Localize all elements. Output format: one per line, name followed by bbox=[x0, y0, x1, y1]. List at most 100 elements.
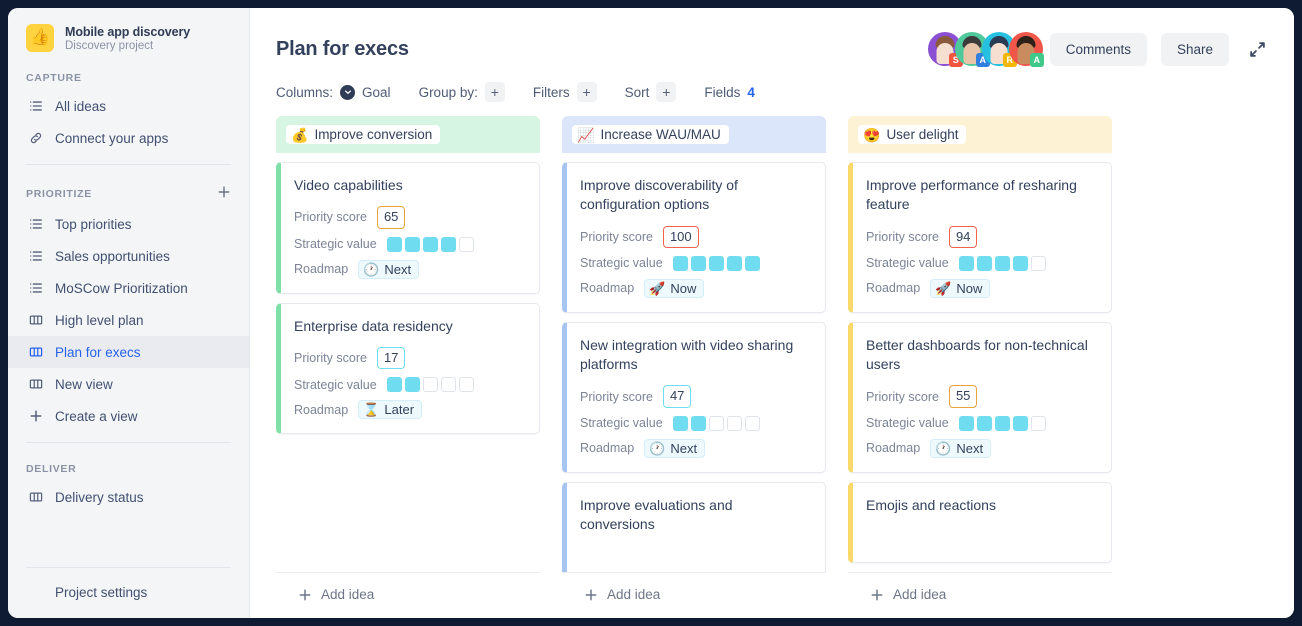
board-column: 📈 Increase WAU/MAU Improve discoverabili… bbox=[562, 116, 826, 618]
plus-icon[interactable]: + bbox=[577, 82, 597, 102]
column-header[interactable]: 💰 Improve conversion bbox=[276, 116, 540, 153]
comments-button[interactable]: Comments bbox=[1050, 33, 1147, 66]
strategic-value-label: Strategic value bbox=[294, 378, 377, 392]
roadmap-label: Roadmap bbox=[866, 441, 920, 455]
priority-score-value[interactable]: 100 bbox=[663, 226, 699, 248]
strategic-value-box[interactable] bbox=[709, 256, 724, 271]
columns-control[interactable]: Columns: Goal bbox=[276, 85, 391, 100]
filters-control[interactable]: Filters + bbox=[533, 82, 597, 102]
strategic-value-box[interactable] bbox=[691, 256, 706, 271]
column-header[interactable]: 😍 User delight bbox=[848, 116, 1112, 153]
strategic-value-box[interactable] bbox=[387, 237, 402, 252]
roadmap-value-chip[interactable]: 🚀 Now bbox=[644, 279, 704, 298]
sidebar: 👍 Mobile app discovery Discovery project… bbox=[8, 8, 250, 618]
strategic-value-box[interactable] bbox=[995, 416, 1010, 431]
plus-icon[interactable]: + bbox=[656, 82, 676, 102]
idea-card[interactable]: New integration with video sharing platf… bbox=[562, 322, 826, 473]
strategic-value-box[interactable] bbox=[441, 377, 456, 392]
sort-label: Sort bbox=[625, 85, 650, 100]
strategic-value-box[interactable] bbox=[423, 377, 438, 392]
idea-card[interactable]: Improve discoverability of configuration… bbox=[562, 162, 826, 313]
sidebar-item-top-priorities[interactable]: Top priorities bbox=[8, 208, 249, 240]
roadmap-value-chip[interactable]: 🕐 Next bbox=[358, 260, 419, 279]
group-by-control[interactable]: Group by: + bbox=[419, 82, 505, 102]
strategic-value-box[interactable] bbox=[459, 237, 474, 252]
sidebar-item-project-settings[interactable]: Project settings bbox=[8, 578, 249, 618]
roadmap-value-chip[interactable]: 🚀 Now bbox=[930, 279, 990, 298]
strategic-value-box[interactable] bbox=[977, 256, 992, 271]
strategic-value-box[interactable] bbox=[673, 416, 688, 431]
strategic-value-box[interactable] bbox=[745, 256, 760, 271]
column-header[interactable]: 📈 Increase WAU/MAU bbox=[562, 116, 826, 153]
avatar[interactable]: A bbox=[1009, 32, 1043, 66]
idea-card[interactable]: Improve evaluations and conversions 0 bbox=[562, 482, 826, 583]
strategic-value-box[interactable] bbox=[1013, 416, 1028, 431]
strategic-value-box[interactable] bbox=[745, 416, 760, 431]
plus-icon bbox=[870, 588, 884, 602]
sidebar-item-label: Plan for execs bbox=[55, 345, 141, 360]
column-emoji-icon: 😍 bbox=[863, 128, 880, 142]
priority-score-label: Priority score bbox=[580, 390, 653, 404]
strategic-value-box[interactable] bbox=[1031, 256, 1046, 271]
priority-score-value[interactable]: 65 bbox=[377, 206, 405, 228]
strategic-value-box[interactable] bbox=[673, 256, 688, 271]
sidebar-item-new-view[interactable]: New view bbox=[8, 368, 249, 400]
roadmap-value-chip[interactable]: 🕐 Next bbox=[930, 439, 991, 458]
sidebar-item-connect-your-apps[interactable]: Connect your apps bbox=[8, 122, 249, 154]
strategic-value-box[interactable] bbox=[441, 237, 456, 252]
roadmap-value-chip[interactable]: ⌛ Later bbox=[358, 400, 422, 419]
card-title: Improve performance of resharing feature bbox=[866, 176, 1097, 215]
sidebar-item-label: Delivery status bbox=[55, 490, 144, 505]
avatar-group[interactable]: S A R A bbox=[928, 32, 1036, 66]
idea-card[interactable]: Emojis and reactions 0 bbox=[848, 482, 1112, 564]
roadmap-value-chip[interactable]: 🕐 Next bbox=[644, 439, 705, 458]
columns-value: Goal bbox=[362, 85, 391, 100]
strategic-value-box[interactable] bbox=[405, 237, 420, 252]
sidebar-item-high-level-plan[interactable]: High level plan bbox=[8, 304, 249, 336]
priority-score-value[interactable]: 94 bbox=[949, 226, 977, 248]
strategic-value-box[interactable] bbox=[387, 377, 402, 392]
priority-score-value[interactable]: 47 bbox=[663, 385, 691, 407]
priority-score-value[interactable]: 17 bbox=[377, 347, 405, 369]
sort-control[interactable]: Sort + bbox=[625, 82, 677, 102]
strategic-value-box[interactable] bbox=[459, 377, 474, 392]
sidebar-item-label: Sales opportunities bbox=[55, 249, 170, 264]
strategic-value-box[interactable] bbox=[977, 416, 992, 431]
add-idea-button[interactable]: Add idea bbox=[562, 572, 826, 618]
main-content: Plan for execs S A R A Comments Share bbox=[250, 8, 1294, 618]
idea-card[interactable]: Enterprise data residency Priority score… bbox=[276, 303, 540, 435]
project-header[interactable]: 👍 Mobile app discovery Discovery project bbox=[8, 8, 249, 62]
idea-card[interactable]: Video capabilities Priority score 65 Str… bbox=[276, 162, 540, 294]
strategic-value-box[interactable] bbox=[405, 377, 420, 392]
add-view-button[interactable] bbox=[217, 185, 231, 202]
sidebar-item-moscow-prioritization[interactable]: MoSCow Prioritization bbox=[8, 272, 249, 304]
expand-arrows-icon[interactable] bbox=[1243, 37, 1268, 62]
sidebar-item-delivery-status[interactable]: Delivery status bbox=[8, 481, 249, 513]
sidebar-item-all-ideas[interactable]: All ideas bbox=[8, 90, 249, 122]
sidebar-item-label: All ideas bbox=[55, 99, 106, 114]
sidebar-item-sales-opportunities[interactable]: Sales opportunities bbox=[8, 240, 249, 272]
idea-card[interactable]: Better dashboards for non-technical user… bbox=[848, 322, 1112, 473]
strategic-value-box[interactable] bbox=[709, 416, 724, 431]
add-idea-button[interactable]: Add idea bbox=[276, 572, 540, 618]
strategic-value-box[interactable] bbox=[423, 237, 438, 252]
strategic-value-box[interactable] bbox=[959, 256, 974, 271]
idea-card[interactable]: Improve performance of resharing feature… bbox=[848, 162, 1112, 313]
strategic-value-box[interactable] bbox=[1013, 256, 1028, 271]
add-idea-button[interactable]: Add idea bbox=[848, 572, 1112, 618]
strategic-value-box[interactable] bbox=[1031, 416, 1046, 431]
strategic-value-box[interactable] bbox=[727, 256, 742, 271]
priority-score-label: Priority score bbox=[294, 210, 367, 224]
sidebar-item-create-a-view[interactable]: Create a view bbox=[8, 400, 249, 432]
roadmap-label: Roadmap bbox=[580, 441, 634, 455]
strategic-value-box[interactable] bbox=[727, 416, 742, 431]
fields-control[interactable]: Fields 4 bbox=[704, 85, 755, 100]
plus-icon[interactable]: + bbox=[485, 82, 505, 102]
strategic-value-box[interactable] bbox=[959, 416, 974, 431]
list-icon bbox=[28, 99, 43, 113]
strategic-value-box[interactable] bbox=[995, 256, 1010, 271]
sidebar-item-plan-for-execs[interactable]: Plan for execs bbox=[8, 336, 249, 368]
share-button[interactable]: Share bbox=[1161, 33, 1229, 66]
strategic-value-box[interactable] bbox=[691, 416, 706, 431]
priority-score-value[interactable]: 55 bbox=[949, 385, 977, 407]
